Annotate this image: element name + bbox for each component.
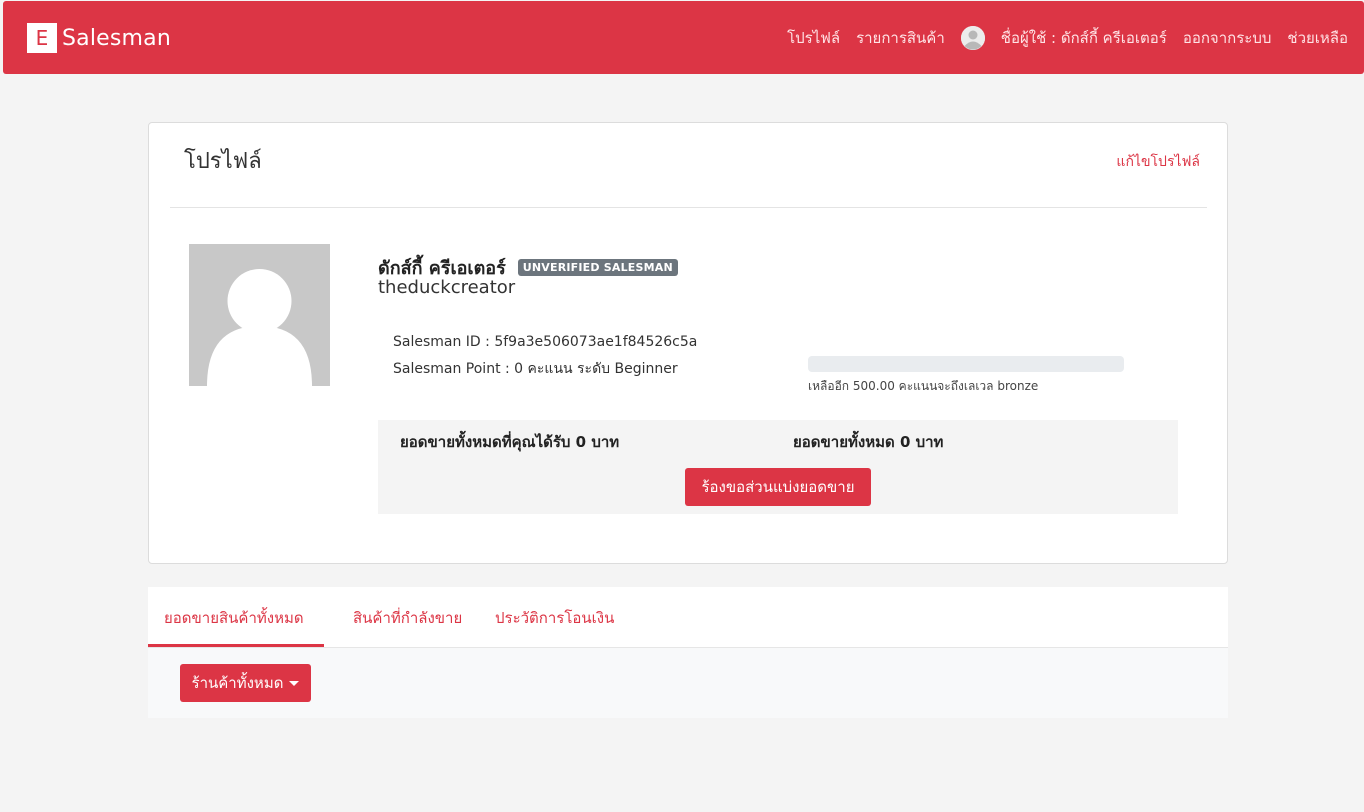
sales-summary: ยอดขายทั้งหมดที่คุณได้รับ 0 บาท ยอดขายทั…: [378, 420, 1178, 514]
brand-letter: E: [27, 23, 57, 53]
brand-name: Salesman: [62, 25, 172, 51]
user-avatar-icon[interactable]: [960, 25, 985, 50]
status-badge: UNVERIFIED SALESMAN: [517, 259, 678, 276]
salesman-point: Salesman Point : 0 คะแนน ระดับ Beginner: [393, 361, 678, 377]
tabs-bar: ยอดขายสินค้าทั้งหมด สินค้าที่กำลังขาย ปร…: [148, 587, 1228, 648]
edit-profile-link[interactable]: แก้ไขโปรไฟล์: [1116, 151, 1200, 173]
nav-logout-link[interactable]: ออกจากระบบ: [1183, 26, 1272, 50]
profile-photo: [189, 244, 330, 386]
active-tab-indicator: [148, 644, 324, 647]
user-silhouette-icon: [960, 25, 985, 50]
nav-products-link[interactable]: รายการสินค้า: [856, 26, 945, 50]
brand-logo[interactable]: E Salesman: [27, 23, 171, 53]
nav-help-link[interactable]: ช่วยเหลือ: [1287, 26, 1348, 50]
progress-note: เหลืออีก 500.00 คะแนนจะถึงเลเวล bronze: [808, 379, 1039, 393]
divider: [170, 207, 1207, 208]
store-filter-dropdown[interactable]: ร้านค้าทั้งหมด: [180, 664, 311, 702]
navbar: E Salesman โปรไฟล์ รายการสินค้า ชื่อผู้ใ…: [3, 1, 1364, 74]
request-share-button[interactable]: ร้องขอส่วนแบ่งยอดขาย: [685, 468, 871, 506]
tab-all-sales[interactable]: ยอดขายสินค้าทั้งหมด: [164, 606, 304, 630]
default-avatar-icon: [189, 244, 330, 386]
caret-down-icon: [289, 680, 300, 686]
username: theduckcreator: [378, 277, 516, 298]
tab-transfer-history[interactable]: ประวัติการโอนเงิน: [495, 606, 614, 630]
nav-links: โปรไฟล์ รายการสินค้า ชื่อผู้ใช้ : ดักส์ก…: [787, 1, 1348, 74]
level-progress-bar: [808, 356, 1124, 372]
page-title: โปรไฟล์: [184, 149, 262, 174]
earned-total: ยอดขายทั้งหมดที่คุณได้รับ 0 บาท: [400, 433, 620, 451]
nav-profile-link[interactable]: โปรไฟล์: [787, 26, 840, 50]
filter-panel: ร้านค้าทั้งหมด: [148, 648, 1228, 718]
profile-card: โปรไฟล์ แก้ไขโปรไฟล์ ดักส์กี้ ครีเอเตอร์…: [148, 122, 1228, 564]
store-filter-label: ร้านค้าทั้งหมด: [191, 674, 284, 692]
sales-total: ยอดขายทั้งหมด 0 บาท: [793, 433, 944, 451]
tab-selling-products[interactable]: สินค้าที่กำลังขาย: [353, 606, 462, 630]
nav-username[interactable]: ชื่อผู้ใช้ : ดักส์กี้ ครีเอเตอร์: [1001, 26, 1167, 50]
salesman-id: Salesman ID : 5f9a3e506073ae1f84526c5a: [393, 334, 698, 350]
